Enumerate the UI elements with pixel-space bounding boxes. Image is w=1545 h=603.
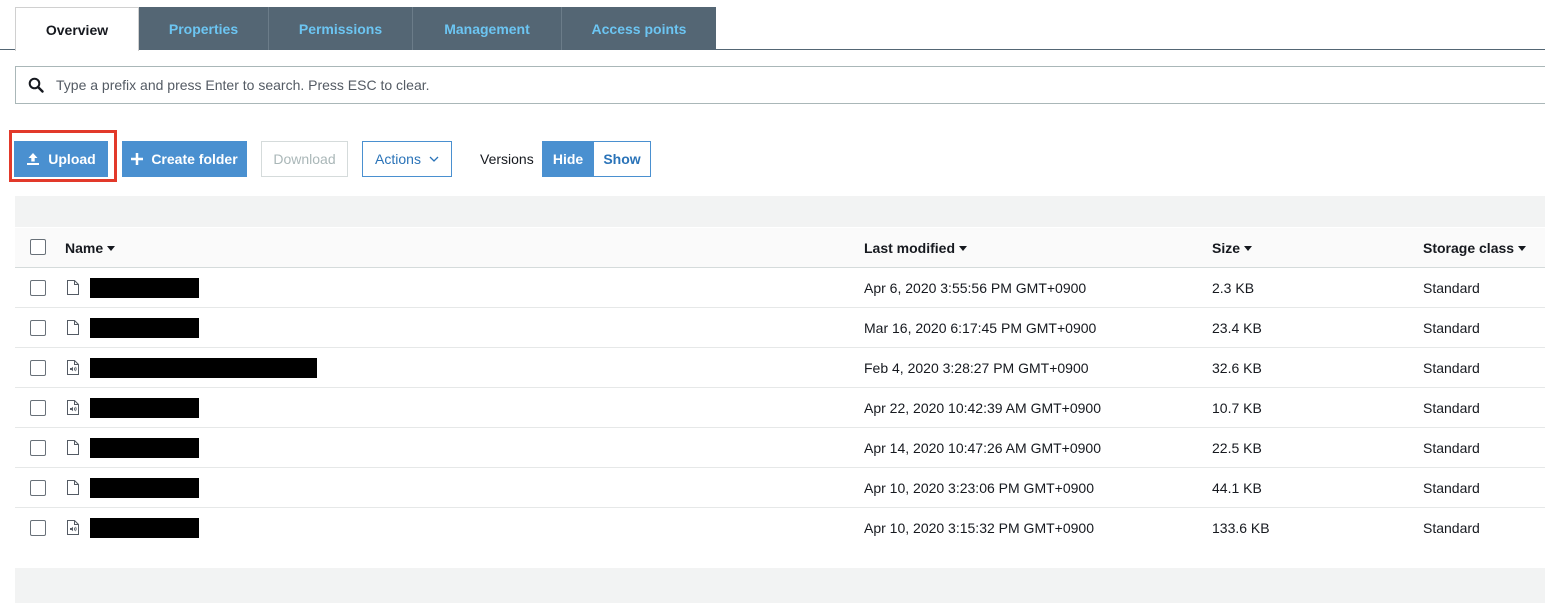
- table-row[interactable]: Apr 10, 2020 3:23:06 PM GMT+0900 44.1 KB…: [15, 468, 1545, 508]
- storage-class-cell: Standard: [1423, 440, 1480, 456]
- size-cell: 10.7 KB: [1212, 400, 1262, 416]
- audio-file-icon: [67, 400, 79, 418]
- file-icon: [67, 480, 79, 498]
- column-storage-class-label: Storage class: [1423, 240, 1515, 256]
- object-name-redacted[interactable]: [90, 318, 199, 338]
- size-cell: 23.4 KB: [1212, 320, 1262, 336]
- table-row[interactable]: Apr 10, 2020 3:15:32 PM GMT+0900 133.6 K…: [15, 508, 1545, 548]
- create-folder-label: Create folder: [151, 151, 238, 167]
- select-all-checkbox[interactable]: [30, 239, 46, 255]
- row-checkbox[interactable]: [30, 360, 46, 376]
- versions-label: Versions: [480, 151, 534, 167]
- last-modified-cell: Apr 10, 2020 3:23:06 PM GMT+0900: [864, 480, 1094, 496]
- storage-class-cell: Standard: [1423, 400, 1480, 416]
- audio-file-icon: [67, 520, 79, 538]
- last-modified-cell: Apr 6, 2020 3:55:56 PM GMT+0900: [864, 280, 1087, 296]
- file-icon: [67, 320, 79, 338]
- last-modified-cell: Apr 22, 2020 10:42:39 AM GMT+0900: [864, 400, 1101, 416]
- upload-label: Upload: [48, 151, 96, 167]
- sort-caret-icon: [959, 245, 968, 251]
- column-last-modified[interactable]: Last modified: [864, 228, 968, 268]
- create-folder-button[interactable]: Create folder: [122, 141, 247, 177]
- object-list: Apr 6, 2020 3:55:56 PM GMT+0900 2.3 KB S…: [15, 268, 1545, 548]
- row-checkbox[interactable]: [30, 480, 46, 496]
- size-cell: 22.5 KB: [1212, 440, 1262, 456]
- sort-caret-icon: [1244, 245, 1253, 251]
- size-cell: 133.6 KB: [1212, 520, 1270, 536]
- row-checkbox[interactable]: [30, 520, 46, 536]
- search-icon: [16, 77, 56, 93]
- tab-bar-border: [0, 49, 15, 50]
- row-checkbox[interactable]: [30, 320, 46, 336]
- column-name[interactable]: Name: [65, 228, 116, 268]
- table-row[interactable]: Apr 6, 2020 3:55:56 PM GMT+0900 2.3 KB S…: [15, 268, 1545, 308]
- versions-show-button[interactable]: Show: [593, 141, 651, 177]
- storage-class-cell: Standard: [1423, 280, 1480, 296]
- table-row[interactable]: Mar 16, 2020 6:17:45 PM GMT+0900 23.4 KB…: [15, 308, 1545, 348]
- sort-caret-icon: [107, 245, 116, 251]
- upload-icon: [26, 152, 40, 166]
- file-icon: [67, 280, 79, 298]
- table-top-band: [15, 196, 1545, 227]
- column-size-label: Size: [1212, 240, 1241, 256]
- row-checkbox[interactable]: [30, 400, 46, 416]
- size-cell: 2.3 KB: [1212, 280, 1255, 296]
- sort-caret-icon: [1518, 245, 1527, 251]
- table-row[interactable]: Feb 4, 2020 3:28:27 PM GMT+0900 32.6 KB …: [15, 348, 1545, 388]
- column-storage-class[interactable]: Storage class: [1423, 228, 1527, 268]
- actions-label: Actions: [375, 151, 421, 167]
- chevron-down-icon: [429, 156, 439, 162]
- tab-bar: Overview Properties Permissions Manageme…: [15, 7, 716, 51]
- object-name-redacted[interactable]: [90, 478, 199, 498]
- tab-permissions[interactable]: Permissions: [269, 7, 413, 50]
- table-row[interactable]: Apr 14, 2020 10:47:26 AM GMT+0900 22.5 K…: [15, 428, 1545, 468]
- actions-dropdown[interactable]: Actions: [362, 141, 452, 177]
- size-cell: 44.1 KB: [1212, 480, 1262, 496]
- tab-access-points[interactable]: Access points: [562, 7, 716, 50]
- object-name-redacted[interactable]: [90, 278, 199, 298]
- column-size[interactable]: Size: [1212, 228, 1253, 268]
- object-name-redacted[interactable]: [90, 438, 199, 458]
- tab-overview[interactable]: Overview: [15, 7, 139, 51]
- object-name-redacted[interactable]: [90, 518, 199, 538]
- table-header: Name Last modified Size Storage class: [15, 228, 1545, 268]
- column-name-label: Name: [65, 240, 104, 256]
- last-modified-cell: Apr 14, 2020 10:47:26 AM GMT+0900: [864, 440, 1101, 456]
- last-modified-cell: Apr 10, 2020 3:15:32 PM GMT+0900: [864, 520, 1094, 536]
- row-checkbox[interactable]: [30, 440, 46, 456]
- object-name-redacted[interactable]: [90, 398, 199, 418]
- row-checkbox[interactable]: [30, 280, 46, 296]
- table-bottom-band: [15, 568, 1545, 603]
- plus-icon: [131, 153, 144, 165]
- download-button[interactable]: Download: [261, 141, 348, 177]
- storage-class-cell: Standard: [1423, 480, 1480, 496]
- search-bar: [15, 66, 1545, 104]
- audio-file-icon: [67, 360, 79, 378]
- search-input[interactable]: [56, 67, 1545, 103]
- tab-management[interactable]: Management: [413, 7, 562, 50]
- file-icon: [67, 440, 79, 458]
- table-row[interactable]: Apr 22, 2020 10:42:39 AM GMT+0900 10.7 K…: [15, 388, 1545, 428]
- last-modified-cell: Feb 4, 2020 3:28:27 PM GMT+0900: [864, 360, 1089, 376]
- tab-properties[interactable]: Properties: [139, 7, 269, 50]
- column-last-modified-label: Last modified: [864, 240, 956, 256]
- last-modified-cell: Mar 16, 2020 6:17:45 PM GMT+0900: [864, 320, 1097, 336]
- versions-hide-button[interactable]: Hide: [542, 141, 594, 177]
- object-name-redacted[interactable]: [90, 358, 317, 378]
- storage-class-cell: Standard: [1423, 360, 1480, 376]
- storage-class-cell: Standard: [1423, 520, 1480, 536]
- storage-class-cell: Standard: [1423, 320, 1480, 336]
- size-cell: 32.6 KB: [1212, 360, 1262, 376]
- upload-button[interactable]: Upload: [14, 141, 108, 177]
